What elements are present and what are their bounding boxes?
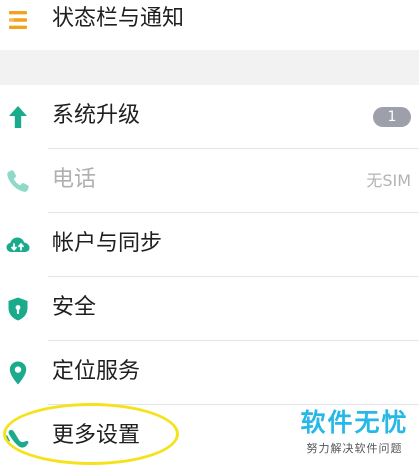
settings-item-label: 系统升级 [52, 103, 141, 128]
settings-item-status-bar-notifications[interactable]: 状态栏与通知 [0, 0, 419, 50]
settings-item-accounts-sync[interactable]: 帐户与同步 [0, 213, 419, 277]
settings-item-label: 安全 [52, 295, 97, 320]
cloud-sync-icon [6, 237, 30, 252]
sim-status-text: 无SIM [366, 171, 411, 190]
settings-item-phone[interactable]: 电话 无SIM [0, 149, 419, 213]
watermark-subtitle: 努力解决软件问题 [306, 442, 403, 455]
settings-screen: 状态栏与通知 系统升级 1 电话 无SIM 帐户与同步 安全 定位服务 更多设置… [0, 0, 419, 470]
phone-icon [7, 170, 29, 192]
settings-item-system-update[interactable]: 系统升级 1 [0, 85, 419, 149]
arrow-up-icon [9, 106, 27, 128]
watermark-title: 软件无忧 [300, 408, 409, 437]
settings-item-label: 状态栏与通知 [52, 6, 185, 31]
settings-item-location[interactable]: 定位服务 [0, 341, 419, 405]
menu-lines-icon [9, 11, 27, 29]
section-gap [0, 50, 419, 85]
more-settings-icon [5, 429, 29, 448]
settings-item-security[interactable]: 安全 [0, 277, 419, 341]
update-count-badge: 1 [373, 107, 411, 127]
settings-item-label: 更多设置 [52, 423, 141, 448]
settings-item-label: 电话 [52, 167, 97, 192]
settings-item-label: 帐户与同步 [52, 231, 163, 256]
watermark: 软件无忧 努力解决软件问题 [290, 408, 419, 470]
location-pin-icon [9, 361, 27, 385]
settings-item-label: 定位服务 [52, 359, 141, 384]
shield-icon [8, 297, 28, 321]
